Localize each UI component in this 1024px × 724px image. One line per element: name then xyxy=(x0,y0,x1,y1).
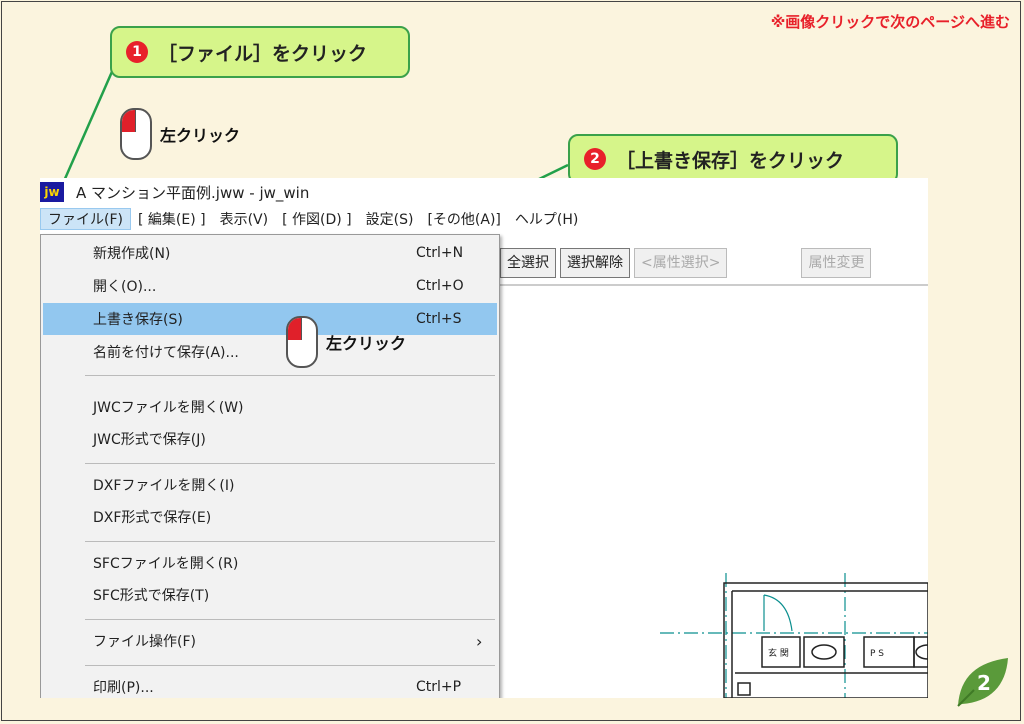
menu-item-label: 上書き保存(S) xyxy=(93,312,183,328)
menu-item-save-as[interactable]: 名前を付けて保存(A)... xyxy=(43,336,497,368)
chevron-right-icon: › xyxy=(476,631,483,651)
menu-item-label: JWCファイルを開く(W) xyxy=(93,400,244,416)
mouse-icon xyxy=(286,316,318,368)
menu-item-label: 印刷(P)... xyxy=(93,680,154,696)
step2-text: ［上書き保存］をクリック xyxy=(616,149,845,172)
menu-item-save-dxf[interactable]: DXF形式で保存(E) xyxy=(43,501,497,533)
mouse-icon xyxy=(120,108,152,160)
left-click-label: 左クリック xyxy=(160,126,241,145)
menu-item-new[interactable]: 新規作成(N) Ctrl+N xyxy=(43,237,497,269)
menu-item-save-jwc[interactable]: JWC形式で保存(J) xyxy=(43,423,497,455)
attribute-select-button[interactable]: <属性選択> xyxy=(634,248,728,278)
toolbar: 全選択 選択解除 <属性選択> 属性変更 xyxy=(500,248,872,278)
callout-step1: 1 ［ファイル］をクリック xyxy=(110,26,410,78)
window-title: A マンション平面例.jww - jw_win xyxy=(76,183,310,202)
menu-edit[interactable]: [ 編集(E) ] xyxy=(131,209,213,229)
menu-item-label: SFCファイルを開く(R) xyxy=(93,556,239,572)
menu-bar: ファイル(F) [ 編集(E) ] 表示(V) [ 作図(D) ] 設定(S) … xyxy=(40,206,928,232)
menu-item-shortcut: Ctrl+O xyxy=(416,278,464,294)
menu-file[interactable]: ファイル(F) xyxy=(40,208,131,230)
menu-item-shortcut: Ctrl+P xyxy=(416,679,462,695)
menu-separator xyxy=(85,541,495,542)
menu-item-label: ファイル操作(F) xyxy=(93,634,196,650)
menu-separator xyxy=(85,463,495,464)
ps-label: P S xyxy=(870,649,884,659)
step2-number-icon: 2 xyxy=(584,148,606,170)
menu-item-shortcut: Ctrl+S xyxy=(416,311,462,327)
left-click-label: 左クリック xyxy=(326,334,407,353)
window-titlebar: jw A マンション平面例.jww - jw_win xyxy=(40,178,928,206)
menu-item-label: 名前を付けて保存(A)... xyxy=(93,345,239,361)
entrance-label: 玄 関 xyxy=(768,647,789,659)
page-number: 2 xyxy=(977,671,991,695)
floor-plan-drawing: 玄 関 P S xyxy=(660,573,928,698)
menu-item-save[interactable]: 上書き保存(S) Ctrl+S xyxy=(43,303,497,335)
step1-number-icon: 1 xyxy=(126,41,148,63)
menu-item-label: SFC形式で保存(T) xyxy=(93,588,210,604)
callout-step2: 2 ［上書き保存］をクリック xyxy=(568,134,898,184)
page-number-leaf-icon[interactable]: 2 xyxy=(954,656,1010,708)
left-click-hint-1: 左クリック xyxy=(120,108,240,160)
menu-item-open[interactable]: 開く(O)... Ctrl+O xyxy=(43,270,497,302)
menu-item-label: JWC形式で保存(J) xyxy=(93,432,206,448)
menu-other[interactable]: [その他(A)] xyxy=(420,209,507,229)
menu-item-file-operations[interactable]: ファイル操作(F) › xyxy=(43,625,497,657)
menu-settings[interactable]: 設定(S) xyxy=(359,209,421,229)
menu-separator xyxy=(85,375,495,376)
menu-item-save-sfc[interactable]: SFC形式で保存(T) xyxy=(43,579,497,611)
menu-item-open-sfc[interactable]: SFCファイルを開く(R) xyxy=(43,547,497,579)
deselect-button[interactable]: 選択解除 xyxy=(560,248,630,278)
step1-text: ［ファイル］をクリック xyxy=(158,42,368,65)
menu-item-open-dxf[interactable]: DXFファイルを開く(I) xyxy=(43,469,497,501)
menu-view[interactable]: 表示(V) xyxy=(213,209,276,229)
menu-item-label: DXF形式で保存(E) xyxy=(93,510,212,526)
jw-app-icon: jw xyxy=(40,182,64,202)
attribute-change-button[interactable]: 属性変更 xyxy=(801,248,872,278)
menu-item-print[interactable]: 印刷(P)... Ctrl+P xyxy=(43,671,497,698)
menu-item-label: DXFファイルを開く(I) xyxy=(93,478,235,494)
menu-item-shortcut: Ctrl+N xyxy=(416,245,464,261)
jw-win-window: jw A マンション平面例.jww - jw_win ファイル(F) [ 編集(… xyxy=(40,178,928,698)
file-menu-dropdown: 新規作成(N) Ctrl+N 開く(O)... Ctrl+O 上書き保存(S) Ctr… xyxy=(40,234,500,698)
menu-item-label: 新規作成(N) xyxy=(93,246,171,262)
menu-item-label: 開く(O)... xyxy=(93,279,157,295)
menu-item-open-jwc[interactable]: JWCファイルを開く(W) xyxy=(43,391,497,423)
toolbar-divider xyxy=(500,284,928,286)
menu-separator xyxy=(85,619,495,620)
select-all-button[interactable]: 全選択 xyxy=(500,248,556,278)
left-click-hint-2: 左クリック xyxy=(286,316,406,368)
menu-separator xyxy=(85,665,495,666)
menu-help[interactable]: ヘルプ(H) xyxy=(508,209,585,229)
menu-draw[interactable]: [ 作図(D) ] xyxy=(275,209,359,229)
